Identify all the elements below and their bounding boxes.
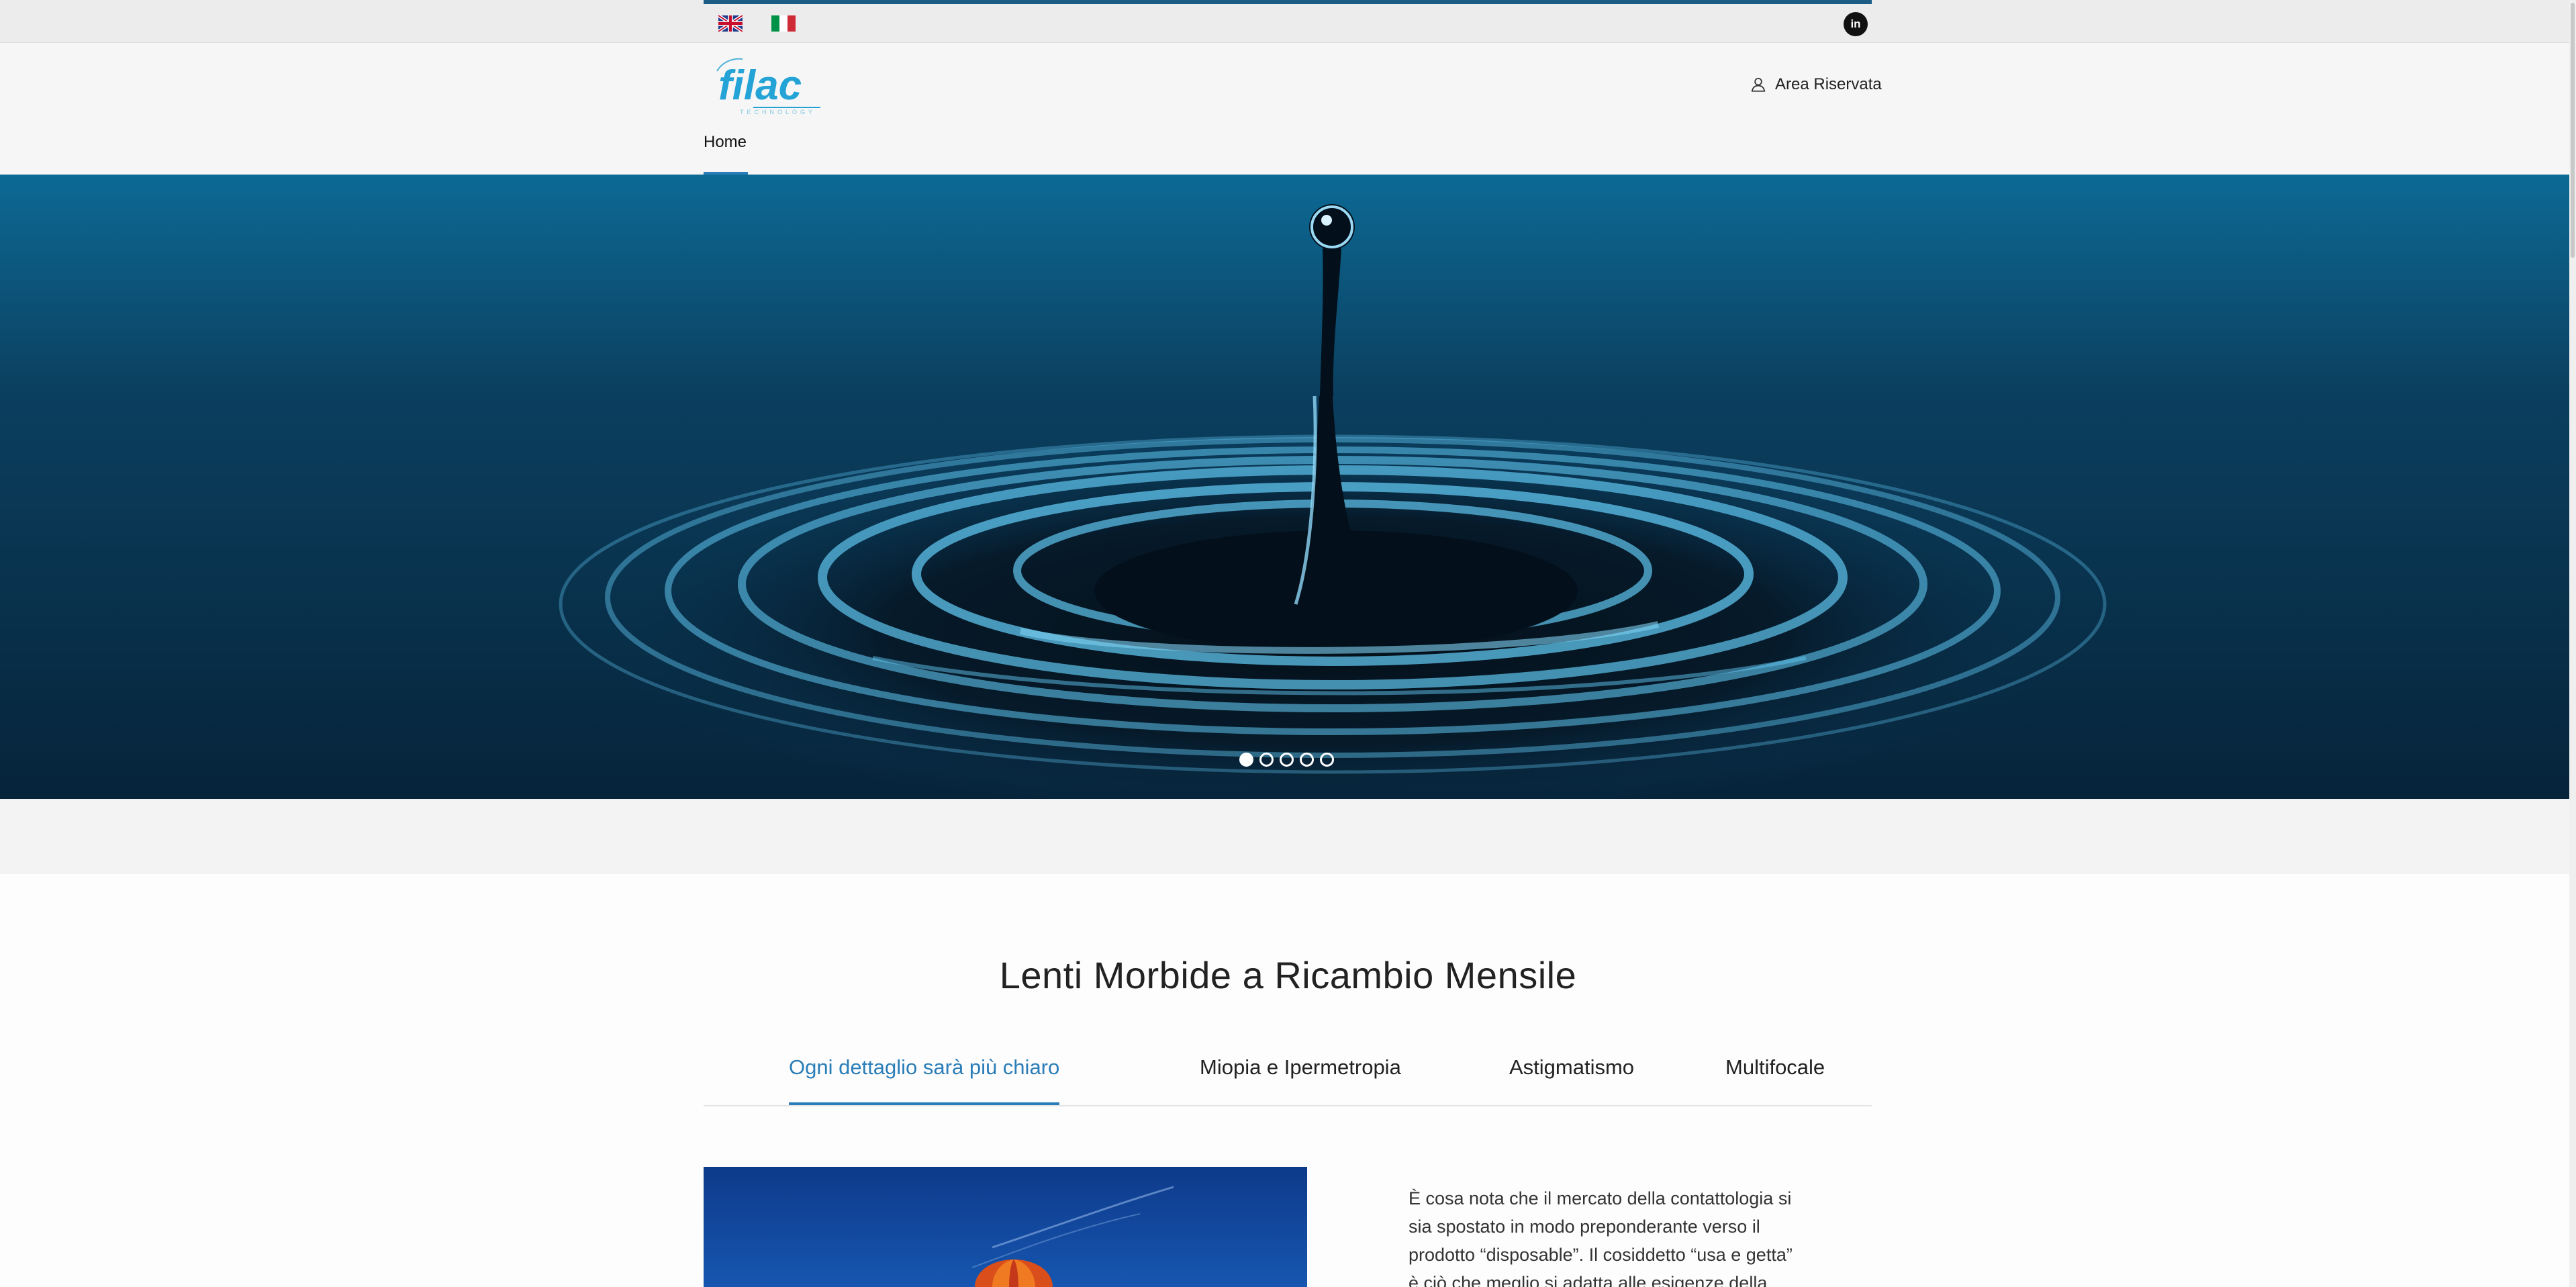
hot-air-balloon-image	[704, 1167, 1307, 1287]
section-title: Lenti Morbide a Ricambio Mensile	[999, 954, 1577, 996]
product-tabs: Ogni dettaglio sarà più chiaro Miopia e …	[704, 1047, 1872, 1106]
svg-text:filac: filac	[718, 62, 802, 109]
paragraph-line: È cosa nota che il mercato della contatt…	[1409, 1188, 1792, 1208]
slider-dot-4[interactable]	[1300, 753, 1314, 767]
italy-flag-icon[interactable]	[771, 15, 796, 32]
tab-ogni-dettaglio[interactable]: Ogni dettaglio sarà più chiaro	[789, 1055, 1060, 1105]
filac-logo[interactable]: filac TECHNOLOGY	[713, 52, 827, 117]
paragraph-line: sia spostato in modo preponderante verso…	[1409, 1217, 1760, 1237]
topbar-accent-line	[704, 0, 1872, 4]
area-riservata-label: Area Riservata	[1775, 75, 1882, 93]
paragraph-line: prodotto “disposable”. Il cosiddetto “us…	[1409, 1245, 1793, 1265]
slider-pagination	[1239, 753, 1334, 767]
scrollbar-thumb[interactable]	[2571, 3, 2575, 258]
linkedin-label: in	[1850, 17, 1861, 30]
spacer-band	[0, 799, 2576, 874]
linkedin-icon[interactable]: in	[1844, 12, 1868, 36]
slider-dot-3[interactable]	[1280, 753, 1294, 767]
svg-text:TECHNOLOGY: TECHNOLOGY	[740, 109, 816, 115]
water-drop-image	[0, 175, 2576, 799]
tab-astigmatismo[interactable]: Astigmatismo	[1509, 1055, 1634, 1105]
top-utility-bar: in	[0, 0, 2576, 43]
slider-dot-5[interactable]	[1320, 753, 1334, 767]
area-riservata-link[interactable]: Area Riservata	[1750, 71, 1882, 98]
site-header: filac TECHNOLOGY Area Riservata Home	[0, 43, 2576, 175]
slider-dot-1[interactable]	[1239, 753, 1253, 767]
tab-multifocale[interactable]: Multifocale	[1725, 1055, 1825, 1105]
slider-dot-2[interactable]	[1259, 753, 1274, 767]
nav-item-label: Home	[704, 133, 747, 151]
nav-item-home[interactable]: Home	[704, 132, 748, 175]
tab-miopia-ipermetropia[interactable]: Miopia e Ipermetropia	[1200, 1055, 1401, 1105]
section-paragraph: È cosa nota che il mercato della contatt…	[1409, 1184, 1811, 1287]
paragraph-line: è ciò che meglio si adatta alle esigenze…	[1409, 1273, 1768, 1287]
hero-slider	[0, 175, 2576, 799]
user-icon	[1751, 77, 1766, 92]
uk-flag-icon[interactable]	[718, 15, 743, 32]
